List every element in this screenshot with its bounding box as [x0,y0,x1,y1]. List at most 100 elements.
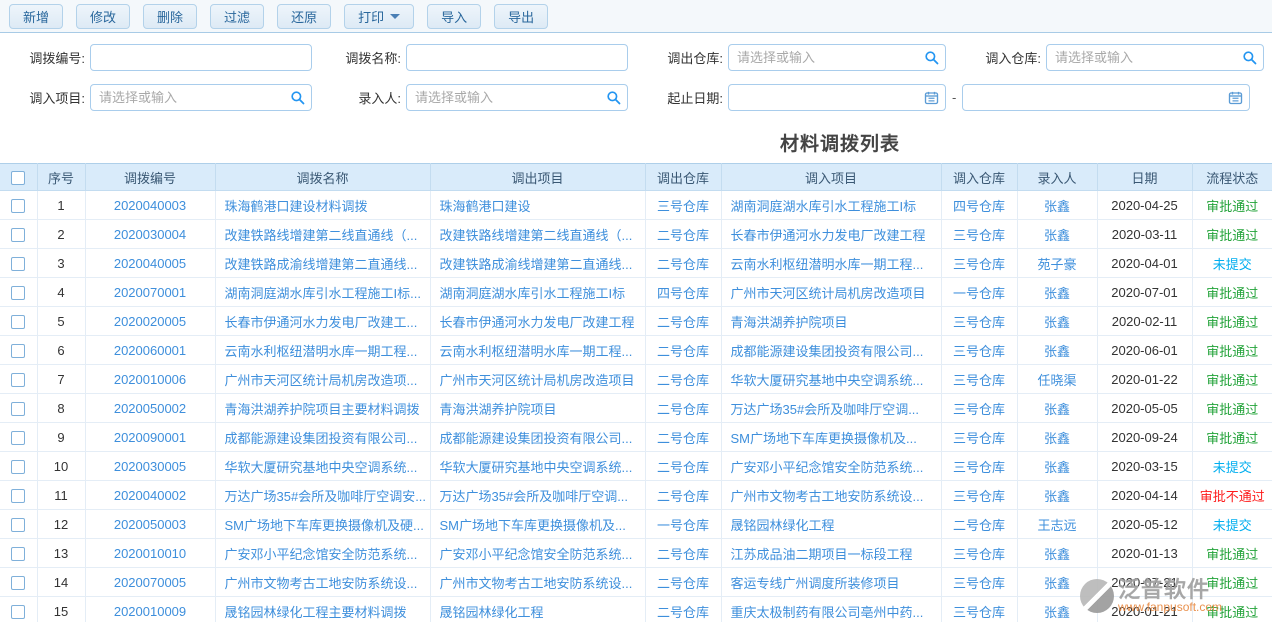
cell-name-link[interactable]: 万达广场35#会所及咖啡厅空调安... [215,481,430,510]
cell-out-project[interactable]: 珠海鹤港口建设 [430,191,645,220]
cell-code-link[interactable]: 2020040003 [85,191,215,220]
row-checkbox[interactable] [11,547,25,561]
row-checkbox[interactable] [11,576,25,590]
edit-button[interactable]: 修改 [76,4,130,29]
cell-in-project[interactable]: 长春市伊通河水力发电厂改建工程 [721,220,941,249]
cell-in-project[interactable]: 万达广场35#会所及咖啡厅空调... [721,394,941,423]
cell-name-link[interactable]: 广州市文物考古工地安防系统设... [215,568,430,597]
row-checkbox[interactable] [11,228,25,242]
cell-code-link[interactable]: 2020050002 [85,394,215,423]
cell-name-link[interactable]: 广州市天河区统计局机房改造项... [215,365,430,394]
row-checkbox[interactable] [11,373,25,387]
cell-code-link[interactable]: 2020090001 [85,423,215,452]
cell-in-project[interactable]: 重庆太极制药有限公司亳州中药... [721,597,941,622]
entered-by-input[interactable] [406,84,628,111]
cell-in-project[interactable]: 广安邓小平纪念馆安全防范系统... [721,452,941,481]
row-checkbox[interactable] [11,315,25,329]
calendar-icon[interactable] [924,90,939,105]
cell-code-link[interactable]: 2020060001 [85,336,215,365]
cell-name-link[interactable]: 云南水利枢纽潜明水库一期工程... [215,336,430,365]
row-checkbox[interactable] [11,431,25,445]
cell-code-link[interactable]: 2020020005 [85,307,215,336]
cell-name-link[interactable]: SM广场地下车库更换摄像机及硬... [215,510,430,539]
search-icon[interactable] [924,50,939,65]
import-button[interactable]: 导入 [427,4,481,29]
cell-code-link[interactable]: 2020070001 [85,278,215,307]
cell-code-link[interactable]: 2020070005 [85,568,215,597]
row-checkbox[interactable] [11,518,25,532]
cell-out-project[interactable]: 青海洪湖养护院项目 [430,394,645,423]
add-button[interactable]: 新增 [9,4,63,29]
search-icon[interactable] [606,90,621,105]
cell-out-project[interactable]: 长春市伊通河水力发电厂改建工程 [430,307,645,336]
row-checkbox[interactable] [11,286,25,300]
print-dropdown-button[interactable]: 打印 [344,4,414,29]
cell-in-project[interactable]: 青海洪湖养护院项目 [721,307,941,336]
cell-out-project[interactable]: 湖南洞庭湖水库引水工程施工I标 [430,278,645,307]
in-warehouse-input[interactable] [1046,44,1264,71]
cell-in-project[interactable]: 云南水利枢纽潜明水库一期工程... [721,249,941,278]
filter-button[interactable]: 过滤 [210,4,264,29]
cell-name-link[interactable]: 珠海鹤港口建设材料调拨 [215,191,430,220]
row-checkbox[interactable] [11,402,25,416]
row-checkbox[interactable] [11,344,25,358]
cell-name-link[interactable]: 改建铁路线增建第二线直通线（... [215,220,430,249]
in-project-input[interactable] [90,84,312,111]
title-bar: 材料调拨列表 [0,118,1272,163]
transfer-no-input[interactable] [90,44,312,71]
cell-out-project[interactable]: 改建铁路线增建第二线直通线（... [430,220,645,249]
row-checkbox[interactable] [11,489,25,503]
cell-out-project[interactable]: 云南水利枢纽潜明水库一期工程... [430,336,645,365]
search-icon[interactable] [290,90,305,105]
row-checkbox[interactable] [11,257,25,271]
row-checkbox[interactable] [11,199,25,213]
search-icon[interactable] [1242,50,1257,65]
out-warehouse-input[interactable] [728,44,946,71]
cell-out-project[interactable]: 广州市文物考古工地安防系统设... [430,568,645,597]
cell-code-link[interactable]: 2020010006 [85,365,215,394]
cell-code-link[interactable]: 2020010009 [85,597,215,622]
cell-out-project[interactable]: 万达广场35#会所及咖啡厅空调... [430,481,645,510]
cell-out-project[interactable]: SM广场地下车库更换摄像机及... [430,510,645,539]
cell-out-project[interactable]: 广安邓小平纪念馆安全防范系统... [430,539,645,568]
date-from-input[interactable] [728,84,946,111]
cell-in-project[interactable]: 晟铭园林绿化工程 [721,510,941,539]
calendar-icon[interactable] [1228,90,1243,105]
restore-button[interactable]: 还原 [277,4,331,29]
cell-name-link[interactable]: 广安邓小平纪念馆安全防范系统... [215,539,430,568]
cell-code-link[interactable]: 2020010010 [85,539,215,568]
date-to-input[interactable] [962,84,1250,111]
cell-code-link[interactable]: 2020040005 [85,249,215,278]
cell-name-link[interactable]: 改建铁路成渝线增建第二直通线... [215,249,430,278]
transfer-name-input[interactable] [406,44,628,71]
cell-in-project[interactable]: 广州市文物考古工地安防系统设... [721,481,941,510]
row-checkbox[interactable] [11,460,25,474]
cell-out-project[interactable]: 晟铭园林绿化工程 [430,597,645,622]
cell-in-project[interactable]: 华软大厦研究基地中央空调系统... [721,365,941,394]
cell-in-project[interactable]: 成都能源建设集团投资有限公司... [721,336,941,365]
cell-name-link[interactable]: 成都能源建设集团投资有限公司... [215,423,430,452]
cell-name-link[interactable]: 晟铭园林绿化工程主要材料调拨 [215,597,430,622]
cell-code-link[interactable]: 2020030005 [85,452,215,481]
cell-in-project[interactable]: 客运专线广州调度所装修项目 [721,568,941,597]
cell-in-project[interactable]: 广州市天河区统计局机房改造项目 [721,278,941,307]
cell-date: 2020-02-11 [1097,307,1192,336]
cell-in-project[interactable]: 江苏成品油二期项目一标段工程 [721,539,941,568]
cell-code-link[interactable]: 2020030004 [85,220,215,249]
delete-button[interactable]: 删除 [143,4,197,29]
cell-out-project[interactable]: 改建铁路成渝线增建第二直通线... [430,249,645,278]
select-all-checkbox[interactable] [11,171,25,185]
cell-in-project[interactable]: 湖南洞庭湖水库引水工程施工I标 [721,191,941,220]
cell-name-link[interactable]: 青海洪湖养护院项目主要材料调拨 [215,394,430,423]
cell-in-project[interactable]: SM广场地下车库更换摄像机及... [721,423,941,452]
cell-code-link[interactable]: 2020040002 [85,481,215,510]
cell-out-project[interactable]: 华软大厦研究基地中央空调系统... [430,452,645,481]
cell-code-link[interactable]: 2020050003 [85,510,215,539]
cell-name-link[interactable]: 华软大厦研究基地中央空调系统... [215,452,430,481]
export-button[interactable]: 导出 [494,4,548,29]
cell-name-link[interactable]: 长春市伊通河水力发电厂改建工... [215,307,430,336]
cell-out-project[interactable]: 广州市天河区统计局机房改造项目 [430,365,645,394]
row-checkbox[interactable] [11,605,25,619]
cell-out-project[interactable]: 成都能源建设集团投资有限公司... [430,423,645,452]
cell-name-link[interactable]: 湖南洞庭湖水库引水工程施工I标... [215,278,430,307]
